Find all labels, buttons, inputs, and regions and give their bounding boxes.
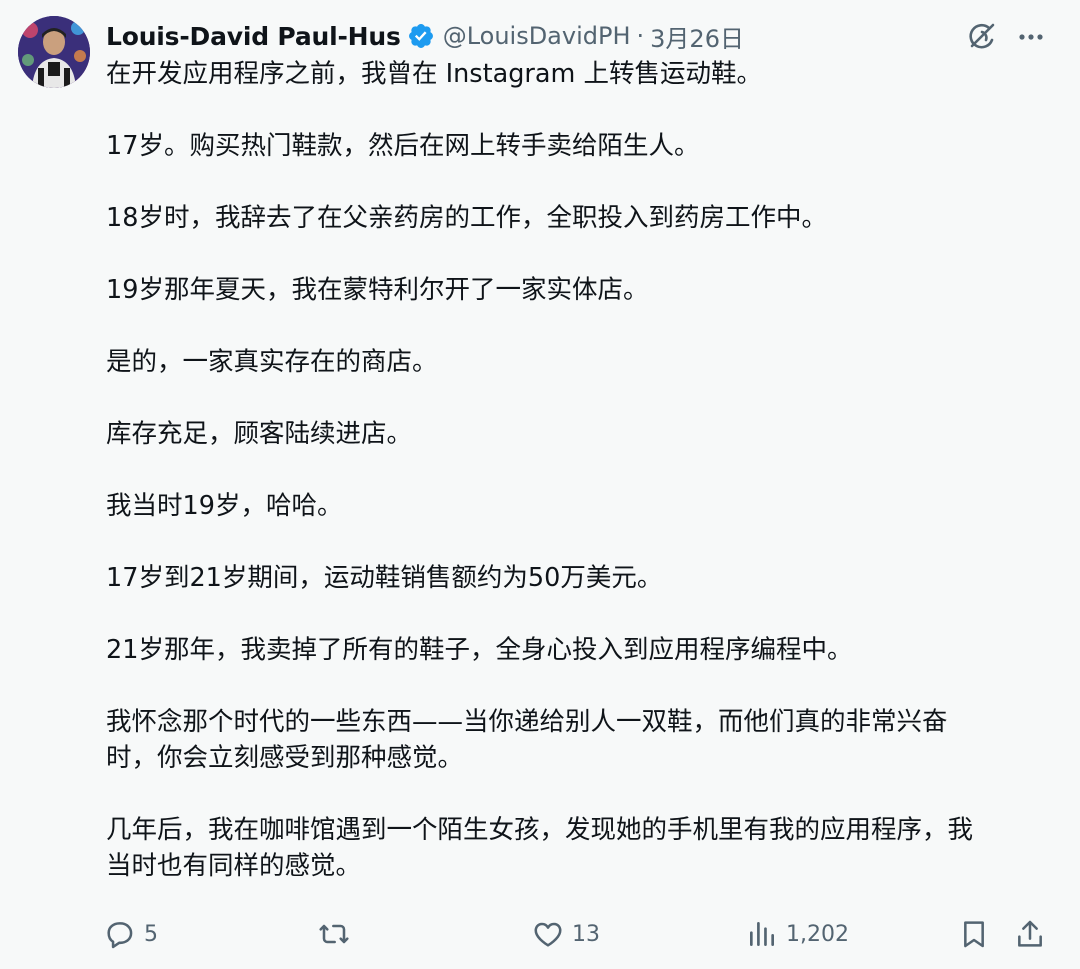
tweet-paragraph: 我当时19岁，哈哈。 [106,491,343,521]
views-button[interactable]: 1,202 [746,912,849,956]
reply-count: 5 [144,921,158,947]
tweet-paragraph: 我怀念那个时代的一些东西——当你递给别人一双鞋，而他们真的非常兴奋 时，你会立刻… [106,707,948,773]
tweet-paragraph: 19岁那年夏天，我在蒙特利尔开了一家实体店。 [106,275,649,305]
tweet-paragraph: 17岁到21岁期间，运动鞋销售额约为50万美元。 [106,563,663,593]
action-bar: 5 13 1,202 [0,912,1080,956]
views-icon [746,918,778,950]
tweet-card: Louis-David Paul-Hus @LouisDavidPH · 3月2… [0,0,1080,969]
reply-icon [104,918,136,950]
reply-button[interactable]: 5 [104,912,158,956]
like-button[interactable]: 13 [532,912,600,956]
grok-icon[interactable] [962,18,1000,56]
share-button[interactable] [1014,912,1046,956]
tweet-paragraph: 几年后，我在咖啡馆遇到一个陌生女孩，发现她的手机里有我的应用程序，我 当时也有同… [106,815,974,881]
like-count: 13 [572,921,600,947]
retweet-button[interactable] [318,912,350,956]
author-name[interactable]: Louis-David Paul-Hus [106,22,401,51]
heart-icon [532,918,564,950]
more-icon[interactable] [1012,18,1050,56]
tweet-date[interactable]: 3月26日 [650,19,744,54]
tweet-paragraph: 库存充足，顾客陆续进店。 [106,419,413,449]
tweet-header: Louis-David Paul-Hus @LouisDavidPH · 3月2… [106,16,744,56]
tweet-paragraph: 在开发应用程序之前，我曾在 Instagram 上转售运动鞋。 [106,59,762,89]
share-icon [1014,918,1046,950]
retweet-icon [318,918,350,950]
bookmark-button[interactable] [958,912,990,956]
verified-badge-icon [407,22,435,50]
tweet-text: 在开发应用程序之前，我曾在 Instagram 上转售运动鞋。 17岁。购买热门… [106,56,1036,884]
avatar[interactable] [18,16,90,88]
tweet-paragraph: 是的，一家真实存在的商店。 [106,347,438,377]
tweet-paragraph: 17岁。购买热门鞋款，然后在网上转手卖给陌生人。 [106,131,700,161]
bookmark-icon [958,918,990,950]
views-count: 1,202 [786,921,849,947]
tweet-paragraph: 21岁那年，我卖掉了所有的鞋子，全身心投入到应用程序编程中。 [106,635,853,665]
tweet-paragraph: 18岁时，我辞去了在父亲药房的工作，全职投入到药房工作中。 [106,203,827,233]
dot-separator: · [636,22,645,50]
author-handle[interactable]: @LouisDavidPH [443,22,631,50]
